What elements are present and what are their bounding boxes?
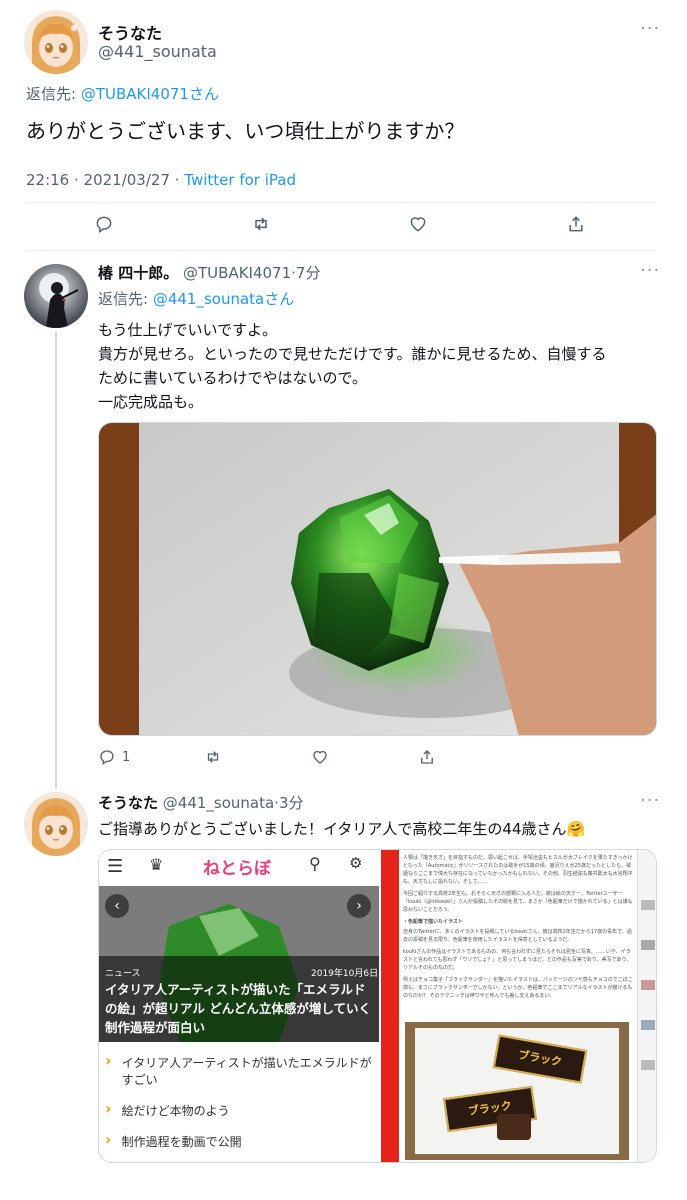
- carousel-next-icon[interactable]: ›: [347, 894, 371, 918]
- chocolate-piece: [497, 1114, 531, 1140]
- tweet-source[interactable]: Twitter for iPad: [184, 171, 296, 189]
- relative-time[interactable]: ·7分: [291, 264, 320, 282]
- tweet-timestamp[interactable]: 22:16 · 2021/03/27 ·: [26, 171, 184, 189]
- display-name[interactable]: 椿 四十郎。: [98, 264, 178, 282]
- article-bullets: › イタリア人アーティストが描いたエメラルドがすごい › 絵だけど本物のよう › 制作…: [105, 1051, 373, 1162]
- site-logo[interactable]: ねとらぼ: [203, 854, 271, 879]
- like-button[interactable]: [311, 748, 329, 766]
- retweet-icon: [255, 217, 267, 231]
- article-date: 2019年10月6日: [311, 969, 379, 979]
- share-button[interactable]: [418, 748, 436, 766]
- menu-icon[interactable]: ☰: [107, 856, 123, 877]
- tweet-text-line: 貴方が見せろ。といったので見せただけです。誰かに見せるため、自慢する: [98, 345, 607, 363]
- side-thumbnail-strip: [637, 850, 656, 1162]
- tweet-image-article-screenshot[interactable]: ☰ ♛ ねとらぼ ⚲ ⚙ ‹ › ニュース 2019年10月6日 イタリア人アー…: [98, 849, 657, 1163]
- reply-button[interactable]: [94, 214, 114, 234]
- display-name[interactable]: そうなた: [98, 794, 158, 812]
- tweet-header: 椿 四十郎。 @TUBAKI4071·7分: [98, 262, 320, 283]
- divider: [26, 250, 657, 251]
- bullet-item[interactable]: › 絵だけど本物のよう: [105, 1099, 373, 1119]
- tweet-header: そうなた @441_sounata·3分: [98, 792, 304, 813]
- more-options-icon[interactable]: ···: [640, 18, 660, 39]
- article-paragraph: 例えばチョコ菓子「ブラックサンダー」を描いたイラストは、パッケージのツヤ感もチョ…: [403, 977, 633, 999]
- article-headline[interactable]: イタリア人アーティストが描いた「エメラルドの絵」が超リアル どんどん立体感が増し…: [105, 980, 373, 1037]
- article-body-panel: 人類は「描き天才」を目指すものだ。思い起こせば、手塚治虫もヒカルが大ブレイクを果…: [403, 854, 633, 1160]
- reply-to-line: 返信先: @TUBAKI4071さん: [26, 83, 219, 104]
- thread-line: [55, 332, 57, 788]
- share-button[interactable]: [566, 214, 586, 234]
- tweet-text: ありがとうございます、いつ頃仕上がりますか？: [26, 119, 465, 143]
- avatar-tubaki[interactable]: [24, 264, 88, 328]
- tweet-text-line: もう仕上げでいいですよ。: [98, 321, 278, 339]
- reply-icon: [100, 750, 114, 766]
- carousel-prev-icon[interactable]: ‹: [105, 894, 129, 918]
- reply-to-line: 返信先: @441_sounataさん: [98, 288, 294, 309]
- tweet-meta: 22:16 · 2021/03/27 · Twitter for iPad: [26, 171, 296, 189]
- search-icon[interactable]: ⚲: [309, 854, 321, 873]
- reply-count: 1: [122, 749, 131, 765]
- settings-icon[interactable]: ⚙: [349, 854, 362, 872]
- chevron-right-icon: ›: [105, 1051, 112, 1070]
- reply-button[interactable]: 1: [98, 748, 130, 766]
- article-paragraph: koukiさんの作品はイラストであるものの、何も言われずに見たらそれは完全に写真…: [403, 949, 632, 971]
- article-panel: ☰ ♛ ねとらぼ ⚲ ⚙ ‹ › ニュース 2019年10月6日 イタリア人アー…: [99, 850, 379, 1162]
- heart-icon: [410, 217, 426, 232]
- avatar-sounata[interactable]: [24, 792, 88, 856]
- article-subhead: ・色鉛筆で描いたイラスト: [403, 919, 463, 925]
- share-icon: [421, 750, 433, 764]
- divider: [26, 202, 657, 203]
- article-paragraph: 自身のTwitterに、多くのイラストを投稿しているkoukiさん。彼は高校2年…: [403, 929, 632, 943]
- relative-time[interactable]: ·3分: [274, 794, 303, 812]
- avatar-sounata[interactable]: [24, 10, 88, 74]
- tweet-text: ご指導ありがとうございました！イタリア人で高校二年生の44歳さん🤗: [98, 820, 586, 838]
- bullet-text: イタリア人アーティストが描いたエメラルドがすごい: [121, 1056, 372, 1087]
- like-button[interactable]: [408, 214, 428, 234]
- reply-to-mention[interactable]: @TUBAKI4071さん: [81, 85, 219, 103]
- tweet-text: もう仕上げでいいですよ。 貴方が見せろ。といったので見せただけです。誰かに見せる…: [98, 318, 668, 414]
- reply-to-mention[interactable]: @441_sounataさん: [153, 290, 294, 308]
- red-divider-bar: [381, 850, 399, 1162]
- heart-icon: [313, 750, 327, 764]
- article-category: ニュース: [105, 969, 141, 979]
- handle[interactable]: @TUBAKI4071: [183, 264, 291, 282]
- bullet-text: 制作過程を動画で公開: [121, 1135, 242, 1149]
- chevron-right-icon: ›: [105, 1099, 112, 1118]
- reply-icon: [96, 216, 112, 233]
- retweet-icon: [207, 751, 219, 763]
- crown-icon[interactable]: ♛: [149, 855, 163, 874]
- tweet-text-line: ために書いているわけでやはないので。: [98, 369, 367, 387]
- article-hero[interactable]: ‹ › ニュース 2019年10月6日 イタリア人アーティストが描いた「エメラル…: [99, 886, 379, 1042]
- bullet-text: 絵だけど本物のよう: [121, 1104, 230, 1118]
- more-options-icon[interactable]: ···: [640, 790, 660, 811]
- reply-to-prefix: 返信先:: [98, 290, 153, 308]
- tweet-image-emerald-drawing[interactable]: [98, 422, 657, 736]
- retweet-button[interactable]: [251, 214, 271, 234]
- article-header: ☰ ♛ ねとらぼ ⚲ ⚙: [99, 850, 379, 880]
- reply-to-prefix: 返信先:: [26, 85, 81, 103]
- bullet-item[interactable]: › 制作過程を動画で公開: [105, 1130, 373, 1150]
- share-icon: [569, 216, 583, 232]
- article-paragraph: 今回ご紹介する高校2年生も、おそらく天才の部類に入る人だ。彼は絵の天才ー。Twi…: [403, 891, 633, 913]
- article-paragraph: 人類は「描き天才」を目指すものだ。思い起こせば、手塚治虫もヒカルが大ブレイクを果…: [403, 855, 633, 885]
- handle[interactable]: @441_sounata: [98, 42, 217, 61]
- chevron-right-icon: ›: [105, 1130, 112, 1149]
- bullet-item[interactable]: › イタリア人アーティストが描いたエメラルドがすごい: [105, 1051, 373, 1088]
- more-options-icon[interactable]: ···: [640, 260, 660, 281]
- tweet-text-line: 一応完成品も。: [98, 393, 204, 411]
- handle[interactable]: @441_sounata: [163, 794, 274, 812]
- retweet-button[interactable]: [204, 748, 222, 766]
- display-name[interactable]: そうなた: [98, 20, 162, 44]
- article-embedded-image[interactable]: ブラック ブラック: [405, 1022, 629, 1160]
